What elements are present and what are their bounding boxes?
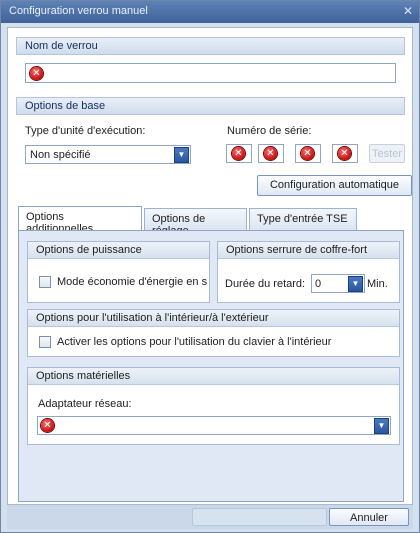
power-options-header-label: Options de puissance (36, 244, 142, 256)
tab-label: Type d'entrée TSE (257, 213, 348, 225)
hardware-options-header: Options matérielles (28, 368, 399, 385)
error-icon: ✕ (301, 147, 314, 160)
power-saving-checkbox[interactable] (39, 276, 51, 288)
auto-config-button[interactable]: Configuration automatique (257, 175, 412, 196)
power-options-header: Options de puissance (28, 242, 209, 259)
dialog-footer: Annuler (7, 504, 413, 529)
tab-panel: Options de puissance Mode économie d'éne… (18, 230, 404, 502)
indoor-keypad-label: Activer les options pour l'utilisation d… (57, 336, 332, 348)
serial-field-3[interactable]: ✕ (295, 144, 321, 163)
hardware-options-group: Options matérielles Adaptateur réseau: ✕… (27, 367, 400, 445)
indoor-outdoor-header-label: Options pour l'utilisation à l'intérieur… (36, 312, 269, 324)
unit-type-select[interactable]: Non spécifié ▼ (25, 145, 191, 164)
base-options-header: Options de base (16, 97, 405, 115)
indoor-outdoor-group: Options pour l'utilisation à l'intérieur… (27, 309, 400, 357)
serial-number-label: Numéro de série: (227, 125, 312, 137)
indoor-outdoor-header: Options pour l'utilisation à l'intérieur… (28, 310, 399, 327)
safe-lock-options-header-label: Options serrure de coffre-fort (226, 244, 368, 256)
safe-lock-options-group: Options serrure de coffre-fort Durée du … (217, 241, 400, 303)
power-saving-label: Mode économie d'énergie en s (57, 276, 207, 288)
serial-field-2[interactable]: ✕ (258, 144, 284, 163)
error-icon: ✕ (41, 419, 54, 432)
serial-test-button[interactable]: Tester (369, 144, 405, 163)
error-icon: ✕ (264, 147, 277, 160)
lock-name-header-label: Nom de verrou (25, 40, 98, 52)
serial-field-4[interactable]: ✕ (332, 144, 358, 163)
window-title: Configuration verrou manuel (9, 5, 148, 17)
unit-type-label: Type d'unité d'exécution: (25, 125, 146, 137)
error-icon: ✕ (232, 147, 245, 160)
error-icon: ✕ (338, 147, 351, 160)
cancel-label: Annuler (350, 512, 388, 524)
close-icon[interactable]: ✕ (403, 4, 413, 18)
chevron-down-icon[interactable]: ▼ (348, 276, 363, 292)
lock-name-header: Nom de verrou (16, 37, 405, 55)
delay-stepper[interactable]: 0 ▼ (311, 274, 365, 293)
network-adapter-label: Adaptateur réseau: (38, 398, 132, 410)
serial-test-label: Tester (372, 148, 402, 160)
base-options-header-label: Options de base (25, 100, 106, 112)
power-options-group: Options de puissance Mode économie d'éne… (27, 241, 210, 303)
tab-tse-input-type[interactable]: Type d'entrée TSE (249, 208, 357, 230)
chevron-down-icon[interactable]: ▼ (374, 418, 389, 434)
ok-button[interactable] (192, 508, 327, 526)
safe-lock-options-header: Options serrure de coffre-fort (218, 242, 399, 259)
delay-label: Durée du retard: (225, 278, 306, 290)
chevron-down-icon[interactable]: ▼ (174, 147, 189, 163)
delay-unit: Min. (367, 278, 388, 290)
indoor-keypad-checkbox[interactable] (39, 336, 51, 348)
delay-value: 0 (315, 278, 322, 290)
cancel-button[interactable]: Annuler (329, 508, 409, 526)
error-icon: ✕ (30, 67, 43, 80)
unit-type-value: Non spécifié (30, 149, 91, 161)
network-adapter-select[interactable]: ✕ ▼ (37, 416, 391, 435)
serial-field-1[interactable]: ✕ (226, 144, 252, 163)
title-bar: Configuration verrou manuel ✕ (1, 1, 419, 23)
auto-config-label: Configuration automatique (269, 179, 400, 191)
dialog-window: Configuration verrou manuel ✕ Nom de ver… (0, 0, 420, 533)
lock-name-input[interactable]: ✕ (25, 63, 396, 83)
hardware-options-header-label: Options matérielles (36, 370, 131, 382)
tab-additional-options[interactable]: Options additionnelles (18, 206, 142, 235)
tab-settings-options[interactable]: Options de réglage (144, 208, 247, 237)
